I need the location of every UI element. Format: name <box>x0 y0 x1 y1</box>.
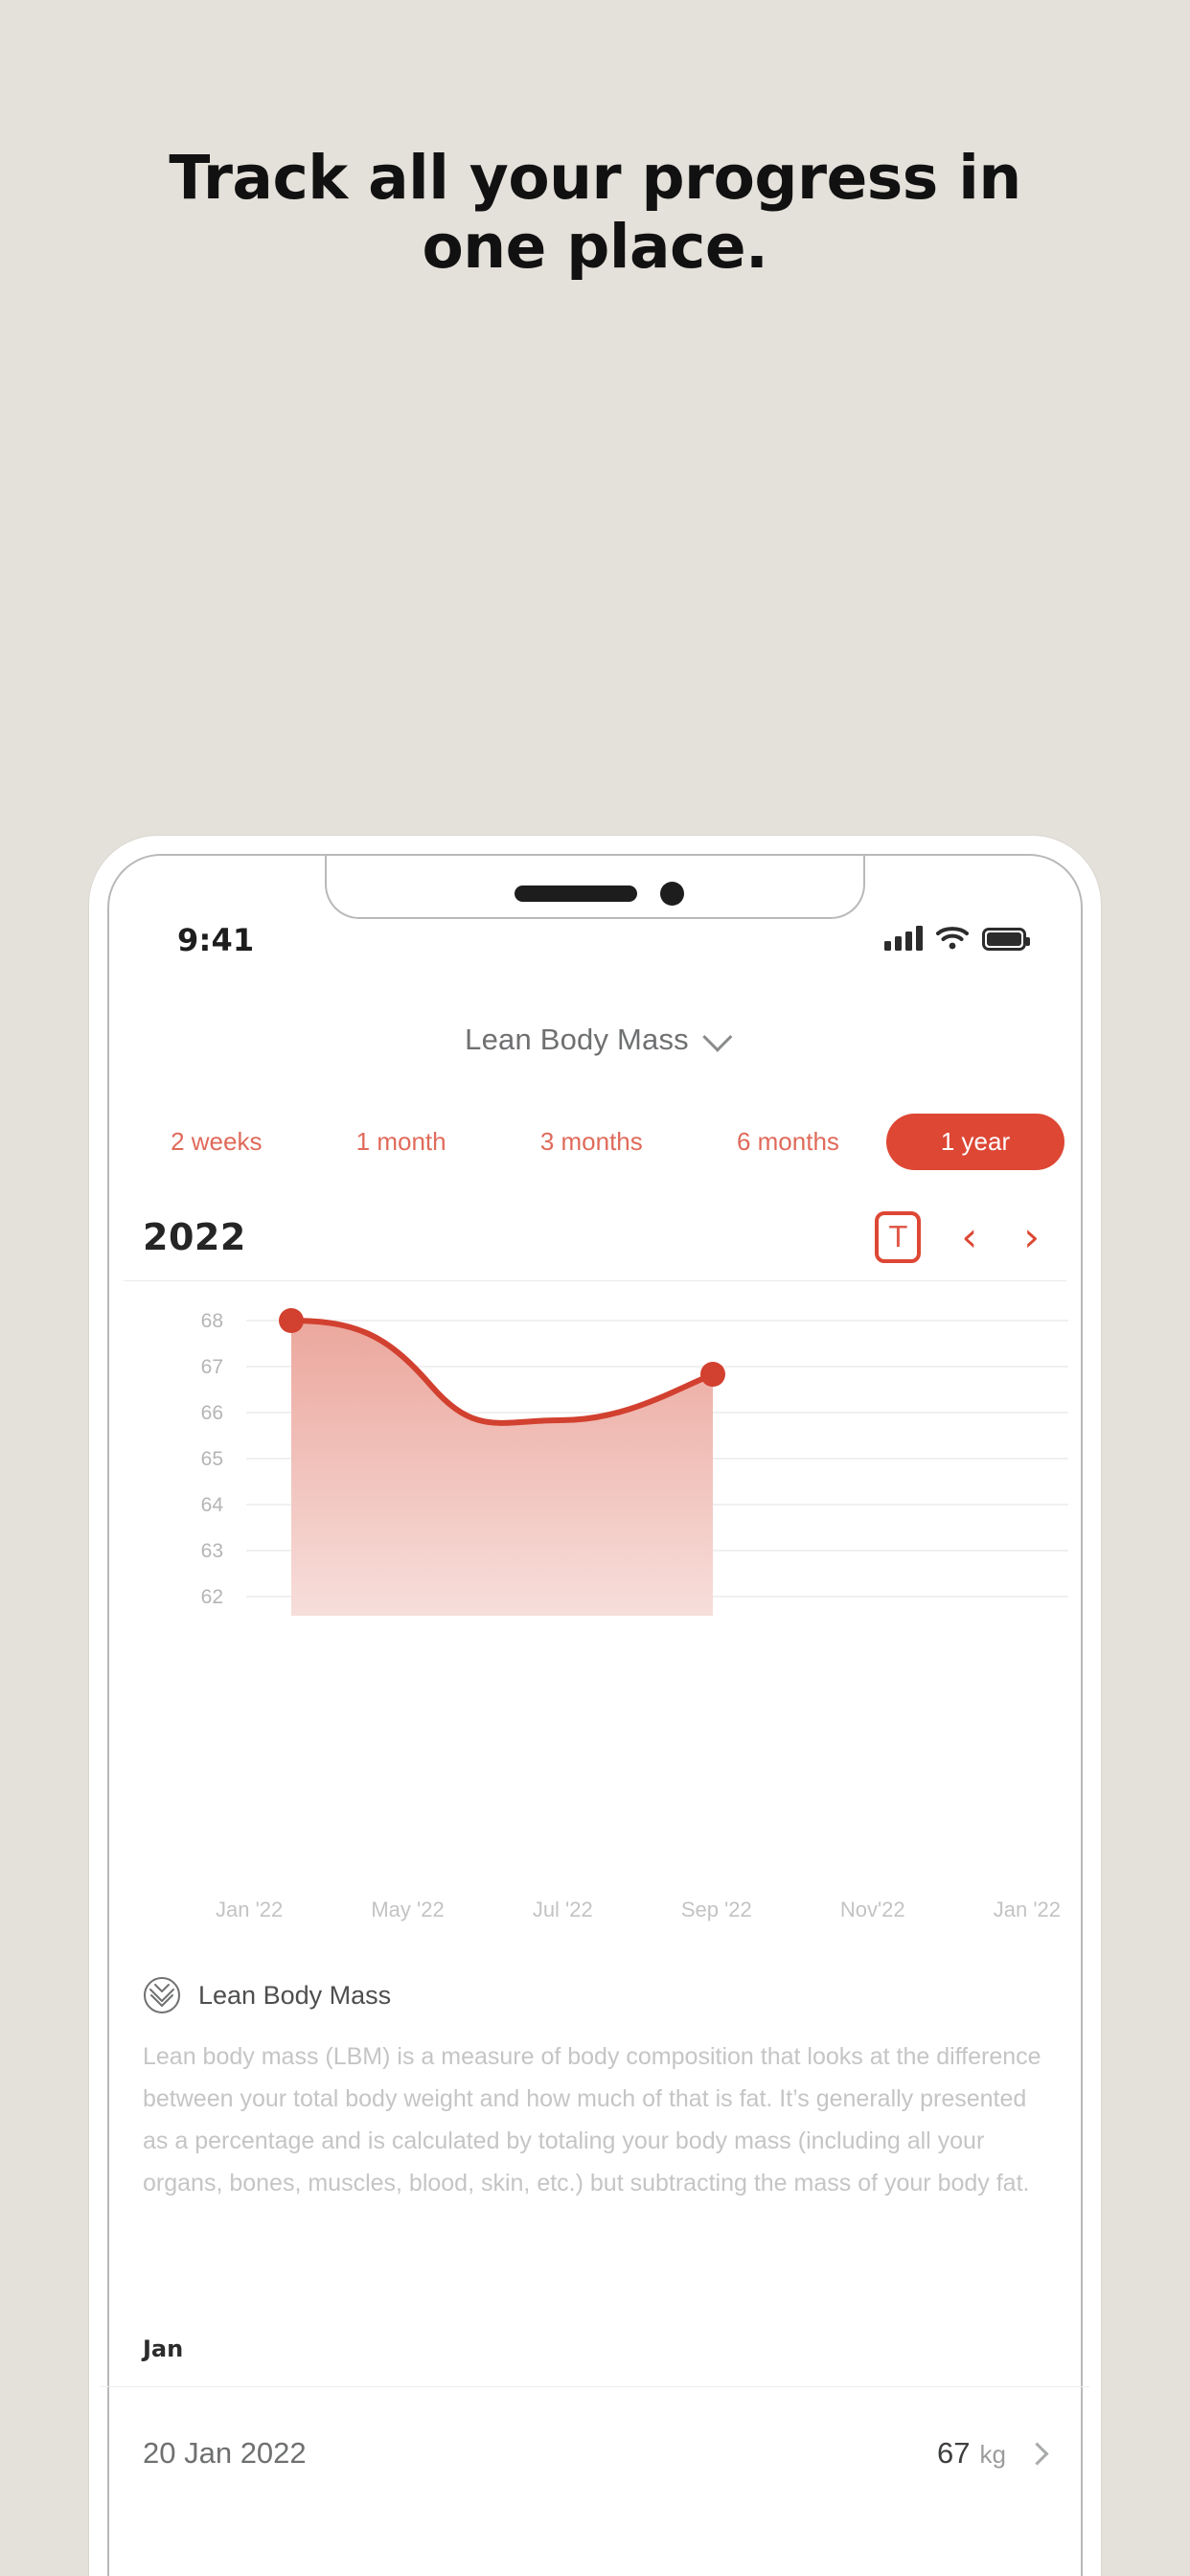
chart-marker-end <box>700 1362 725 1387</box>
description-title: Lean Body Mass <box>198 1980 392 2010</box>
range-chip-6-months[interactable]: 6 months <box>690 1114 886 1170</box>
front-camera-icon <box>660 882 684 906</box>
range-chip-2-weeks[interactable]: 2 weeks <box>124 1114 309 1170</box>
promo-headline: Track all your progress in one place. <box>169 143 1021 282</box>
phone-mockup: 9:41 Lean Body Mass 2 weeks 1 month 3 mo… <box>89 836 1101 2576</box>
svg-text:62: 62 <box>201 1586 223 1608</box>
chart-area-fill <box>291 1321 713 1616</box>
range-filter-bar: 2 weeks 1 month 3 months 6 months 1 year <box>101 1114 1089 1170</box>
svg-text:68: 68 <box>201 1310 223 1332</box>
table-row[interactable]: 20 Jan 2022 67 kg <box>101 2386 1089 2520</box>
page-title: Lean Body Mass <box>465 1023 689 1056</box>
svg-text:64: 64 <box>201 1494 224 1516</box>
prev-period-button[interactable]: ‹ <box>955 1217 983 1257</box>
year-nav-row: 2022 T ‹ › <box>101 1196 1089 1278</box>
status-time: 9:41 <box>177 922 255 958</box>
phone-notch-outline <box>107 854 1083 2576</box>
chevron-down-icon[interactable] <box>702 1022 733 1052</box>
header-divider <box>124 1280 1066 1281</box>
x-tick-label: Nov'22 <box>839 1898 905 1921</box>
phone-screen: 9:41 Lean Body Mass 2 weeks 1 month 3 mo… <box>101 847 1089 2576</box>
chart-svg: 68 67 66 65 64 63 62 <box>201 1308 1068 1616</box>
entry-unit: kg <box>979 2440 1006 2469</box>
next-period-button[interactable]: › <box>1018 1217 1045 1257</box>
entry-date: 20 Jan 2022 <box>143 2436 307 2470</box>
entries-month-header: Jan <box>143 2335 184 2362</box>
status-icons <box>884 926 1030 951</box>
earpiece-speaker-icon <box>515 886 637 902</box>
svg-text:63: 63 <box>201 1540 223 1562</box>
range-chip-1-month[interactable]: 1 month <box>309 1114 493 1170</box>
status-bar: 9:41 <box>101 922 1089 976</box>
description-header: Lean Body Mass <box>143 1976 1045 2014</box>
year-controls: T ‹ › <box>875 1211 1045 1263</box>
description-section: Lean Body Mass Lean body mass (LBM) is a… <box>101 1976 1089 2204</box>
promo-page: Track all your progress in one place. 9:… <box>0 0 1190 2576</box>
svg-text:66: 66 <box>201 1402 223 1424</box>
today-button[interactable]: T <box>875 1211 922 1263</box>
x-tick-label: Jan '22 <box>216 1898 284 1921</box>
chart-marker-start <box>279 1308 304 1333</box>
wifi-icon <box>936 927 969 950</box>
app-header[interactable]: Lean Body Mass <box>101 1000 1089 1079</box>
year-label: 2022 <box>143 1216 246 1258</box>
x-tick-label: Jul '22 <box>532 1898 593 1921</box>
range-chip-3-months[interactable]: 3 months <box>493 1114 690 1170</box>
x-tick-label: Jan '22 <box>993 1898 1061 1921</box>
x-tick-label: Sep '22 <box>680 1898 752 1921</box>
chevron-right-icon[interactable] <box>1025 2441 1049 2466</box>
chart-y-axis: 68 67 66 65 64 63 62 <box>201 1310 224 1608</box>
entry-value: 67 <box>937 2436 971 2470</box>
lean-body-mass-chart[interactable]: 68 67 66 65 64 63 62 <box>101 1300 1089 1616</box>
cellular-signal-icon <box>884 926 923 951</box>
svg-text:67: 67 <box>201 1356 223 1378</box>
range-chip-1-year[interactable]: 1 year <box>886 1114 1064 1170</box>
x-tick-label: May '22 <box>371 1898 445 1921</box>
description-body: Lean body mass (LBM) is a measure of bod… <box>143 2043 1041 2196</box>
entry-value-group: 67 kg <box>937 2436 1049 2471</box>
chart-x-axis: Jan '22 May '22 Jul '22 Sep '22 Nov'22 J… <box>101 1898 1089 1922</box>
lean-body-mass-icon <box>144 1977 180 2013</box>
svg-text:65: 65 <box>201 1448 223 1470</box>
battery-icon <box>982 928 1030 951</box>
